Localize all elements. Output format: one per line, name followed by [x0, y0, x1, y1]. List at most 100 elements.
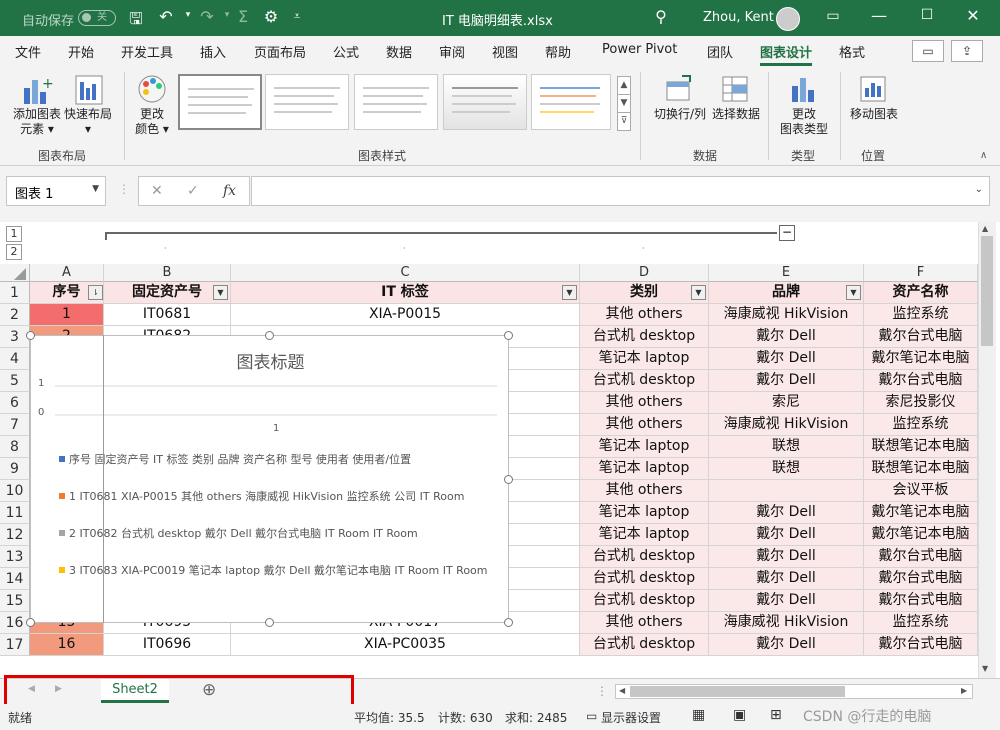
cell-brand[interactable]: 戴尔 Dell	[709, 568, 864, 590]
cancel-icon[interactable]: ✕	[151, 183, 163, 199]
filter-dropdown-icon[interactable]: ⇂	[88, 285, 103, 300]
select-data-button[interactable]: 选择数据	[708, 107, 764, 122]
filter-dropdown-icon[interactable]: ▼	[691, 285, 706, 300]
legend-entry[interactable]: 1 IT0681 XIA-P0015 其他 others 海康威视 HikVis…	[59, 488, 464, 504]
cell-brand[interactable]: 海康威视 HikVision	[709, 612, 864, 634]
chart-style-4[interactable]	[443, 74, 527, 130]
undo-icon[interactable]: ↶	[155, 7, 177, 26]
row-header[interactable]: 15	[0, 590, 30, 612]
chart-style-2[interactable]	[265, 74, 349, 130]
tab-view[interactable]: 视图	[492, 42, 518, 61]
cell-seq[interactable]: 16	[30, 634, 104, 656]
ribbon-display-icon[interactable]: ▭	[822, 8, 844, 24]
select-all-corner[interactable]	[0, 264, 30, 282]
row-header[interactable]: 12	[0, 524, 30, 546]
cell-asset-name[interactable]: 戴尔台式电脑	[864, 568, 978, 590]
row-header[interactable]: 8	[0, 436, 30, 458]
cell-category[interactable]: 笔记本 laptop	[580, 524, 709, 546]
redo-icon[interactable]: ↷	[196, 7, 218, 26]
cell-asset-name[interactable]: 戴尔笔记本电脑	[864, 524, 978, 546]
gallery-scroll-up-icon[interactable]: ▲	[617, 76, 631, 95]
change-chart-type-button[interactable]: 更改 图表类型	[774, 107, 834, 137]
close-icon[interactable]: ✕	[962, 6, 984, 25]
enter-icon[interactable]: ✓	[187, 183, 199, 199]
add-chart-element-button[interactable]: 添加图表 元素 ▾	[6, 107, 68, 137]
row-header[interactable]: 13	[0, 546, 30, 568]
cell-asset-name[interactable]: 戴尔笔记本电脑	[864, 348, 978, 370]
search-icon[interactable]: ⚲	[650, 7, 672, 26]
cell-asset-name[interactable]: 监控系统	[864, 612, 978, 634]
save-icon[interactable]: 🖫	[125, 8, 147, 35]
cell-asset-name[interactable]: 索尼投影仪	[864, 392, 978, 414]
chart-style-3[interactable]	[354, 74, 438, 130]
row-header[interactable]: 9	[0, 458, 30, 480]
cell-asset-name[interactable]: 戴尔台式电脑	[864, 590, 978, 612]
resize-handle[interactable]	[504, 331, 513, 340]
legend-entry[interactable]: 序号 固定资产号 IT 标签 类别 品牌 资产名称 型号 使用者 使用者/位置	[59, 451, 411, 467]
cell-category[interactable]: 其他 others	[580, 612, 709, 634]
cell-asset-name[interactable]: 监控系统	[864, 414, 978, 436]
user-name[interactable]: Zhou, Kent	[703, 10, 774, 25]
outline-level-2[interactable]: 2	[6, 244, 22, 260]
autosave-toggle[interactable]: 关	[78, 10, 116, 26]
quick-layout-button[interactable]: 快速布局 ▾	[60, 107, 116, 137]
page-layout-view-icon[interactable]: ▣	[733, 707, 746, 723]
tab-chart-design[interactable]: 图表设计	[760, 42, 813, 66]
cell-brand[interactable]: 戴尔 Dell	[709, 524, 864, 546]
share-icon[interactable]: ⇪	[951, 40, 983, 62]
row-header[interactable]: 7	[0, 414, 30, 436]
cell-brand[interactable]: 戴尔 Dell	[709, 326, 864, 348]
cell-category[interactable]: 其他 others	[580, 392, 709, 414]
cell-asset-name[interactable]: 戴尔笔记本电脑	[864, 502, 978, 524]
header-cell-asset-no[interactable]: 固定资产号	[104, 282, 231, 304]
tab-formulas[interactable]: 公式	[333, 42, 359, 61]
legend-entry[interactable]: 3 IT0683 XIA-PC0019 笔记本 laptop 戴尔 Dell 戴…	[59, 562, 488, 578]
cell-brand[interactable]: 联想	[709, 436, 864, 458]
header-cell-asset-name[interactable]: 资产名称	[864, 282, 978, 304]
resize-handle[interactable]	[504, 475, 513, 484]
cell-asset-name[interactable]: 戴尔台式电脑	[864, 634, 978, 656]
cell-it-tag[interactable]: XIA-P0015	[231, 304, 580, 326]
maximize-icon[interactable]: ☐	[916, 7, 938, 23]
gallery-scroll-down-icon[interactable]: ▼	[617, 94, 631, 113]
row-header[interactable]: 14	[0, 568, 30, 590]
gallery-more-icon[interactable]: ⊽	[617, 112, 631, 131]
tab-developer[interactable]: 开发工具	[121, 42, 173, 61]
cell-it-tag[interactable]: XIA-PC0035	[231, 634, 580, 656]
cell-asset-name[interactable]: 戴尔台式电脑	[864, 370, 978, 392]
drag-handle-icon[interactable]: ⋮	[118, 182, 130, 196]
cell-seq[interactable]: 1	[30, 304, 104, 326]
cell-category[interactable]: 台式机 desktop	[580, 546, 709, 568]
customize-toolbar-icon[interactable]: ⩡	[286, 9, 308, 24]
move-chart-button[interactable]: 移动图表	[846, 107, 902, 122]
cell-category[interactable]: 笔记本 laptop	[580, 436, 709, 458]
name-box-dropdown-icon[interactable]: ▼	[92, 184, 99, 194]
cell-brand[interactable]	[709, 480, 864, 502]
legend-entry[interactable]: 2 IT0682 台式机 desktop 戴尔 Dell 戴尔台式电脑 IT R…	[59, 525, 418, 541]
resize-handle[interactable]	[504, 618, 513, 627]
cell-brand[interactable]: 海康威视 HikVision	[709, 414, 864, 436]
chart-style-5[interactable]	[531, 74, 611, 130]
tab-page-layout[interactable]: 页面布局	[254, 42, 306, 61]
col-header-c[interactable]: C	[231, 264, 580, 282]
cell-brand[interactable]: 索尼	[709, 392, 864, 414]
resize-handle[interactable]	[26, 331, 35, 340]
row-header[interactable]: 17	[0, 634, 30, 656]
filter-dropdown-icon[interactable]: ▼	[562, 285, 577, 300]
avatar[interactable]	[776, 7, 800, 31]
tab-review[interactable]: 审阅	[439, 42, 465, 61]
comments-icon[interactable]: ▭	[912, 40, 944, 62]
tab-team[interactable]: 团队	[707, 42, 733, 61]
cell-category[interactable]: 台式机 desktop	[580, 590, 709, 612]
cell-category[interactable]: 其他 others	[580, 480, 709, 502]
col-header-e[interactable]: E	[709, 264, 864, 282]
formula-input[interactable]: ⌄	[251, 176, 990, 206]
row-header[interactable]: 10	[0, 480, 30, 502]
horizontal-scroll-thumb[interactable]	[630, 686, 845, 697]
insert-function-icon[interactable]: fx	[223, 183, 236, 199]
row-header[interactable]: 11	[0, 502, 30, 524]
change-colors-button[interactable]: 更改 颜色 ▾	[128, 107, 176, 137]
cell-asset-name[interactable]: 联想笔记本电脑	[864, 436, 978, 458]
tab-help[interactable]: 帮助	[545, 42, 571, 61]
cell-category[interactable]: 其他 others	[580, 414, 709, 436]
